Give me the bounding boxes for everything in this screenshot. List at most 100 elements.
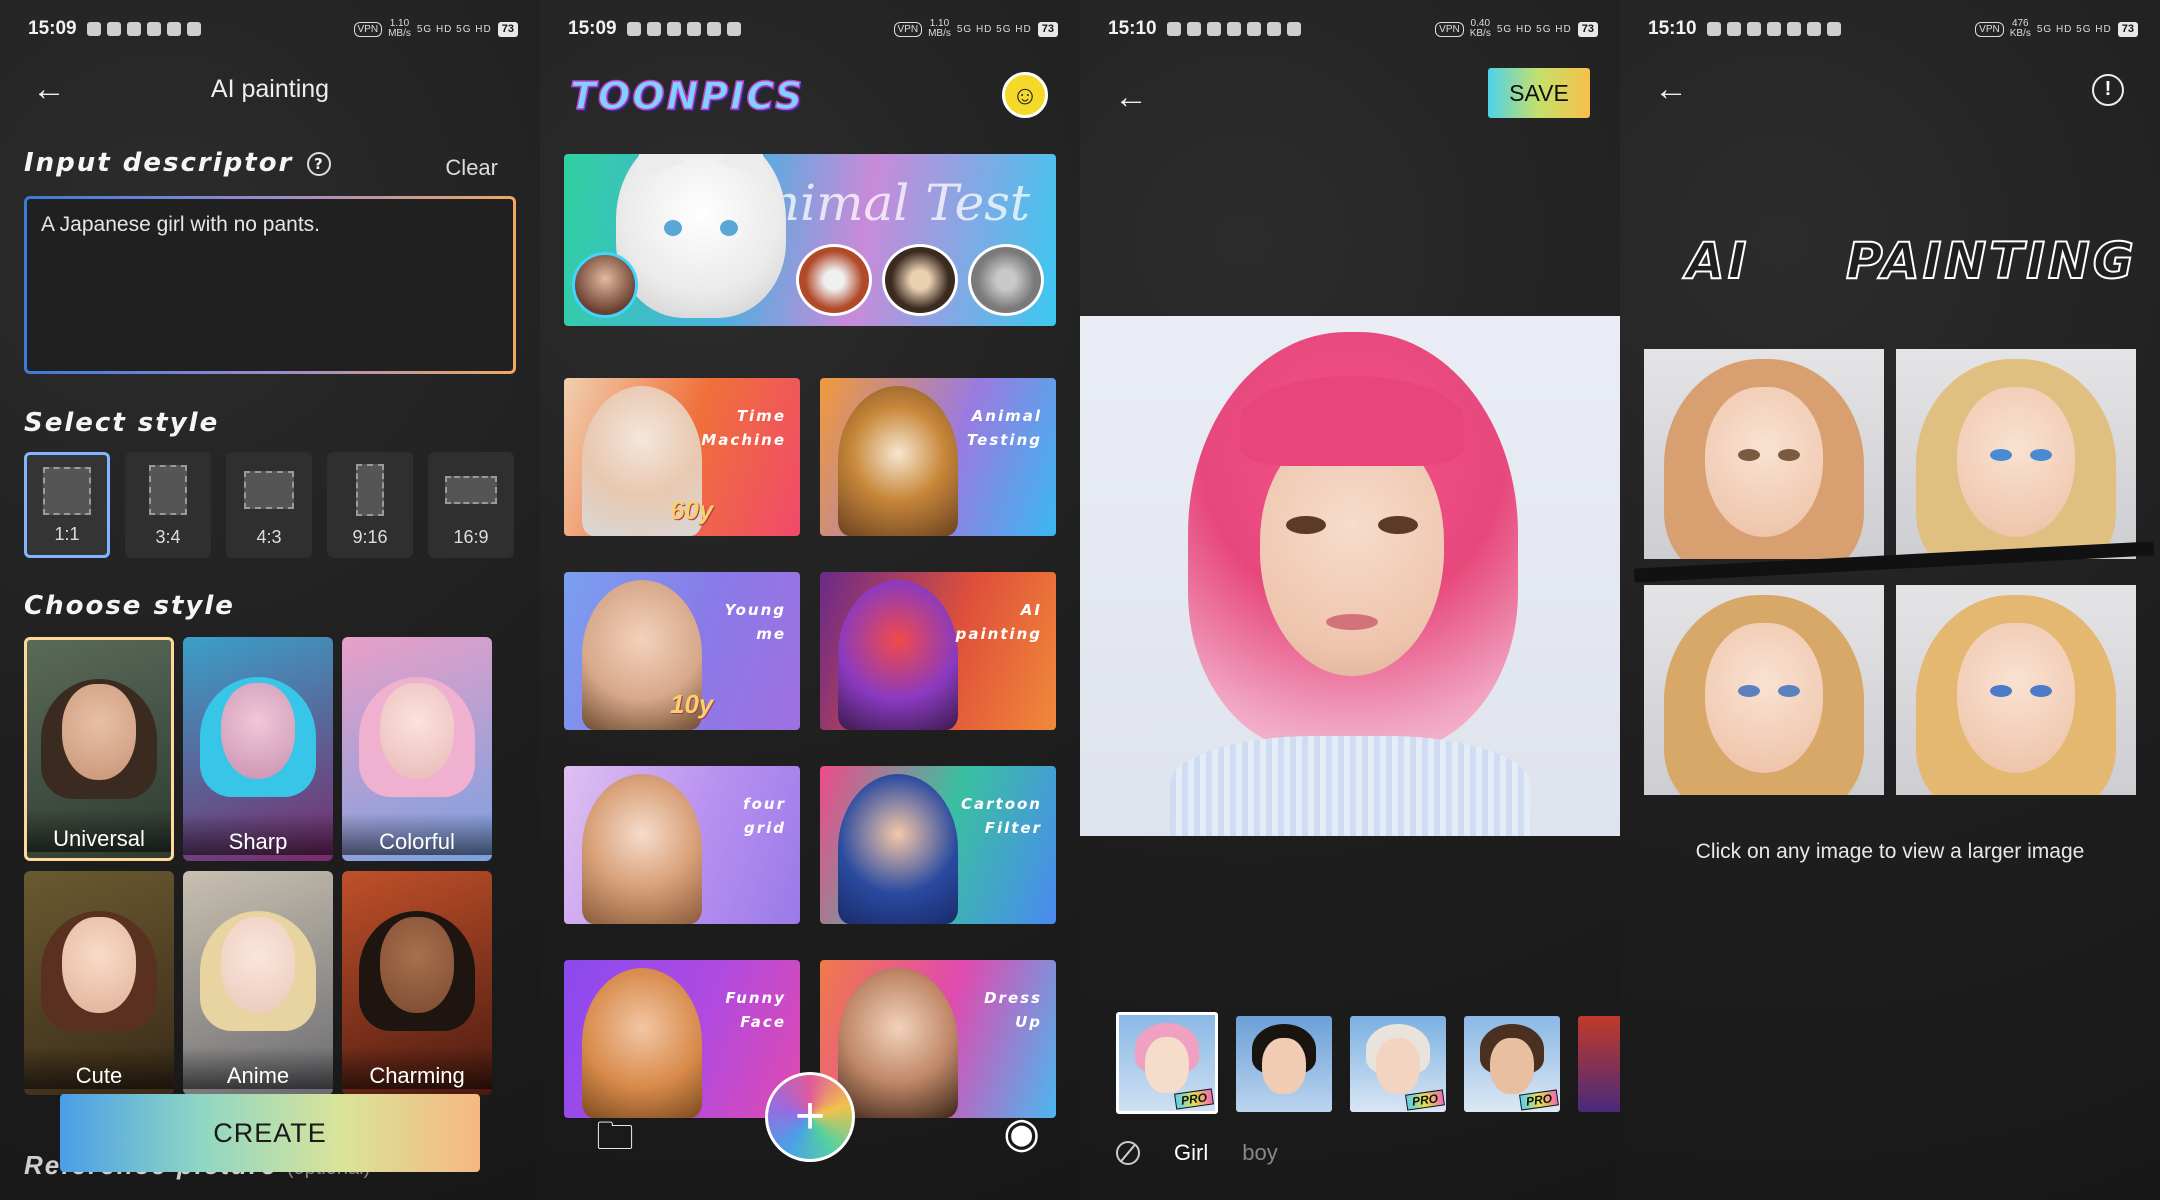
battery-level: 73 xyxy=(1577,21,1598,37)
ratio-frame-icon xyxy=(356,464,384,517)
ratio-option-16-9[interactable]: 16:9 xyxy=(428,452,514,558)
plus-icon[interactable]: + xyxy=(765,1072,855,1162)
card-title: four grid xyxy=(743,795,786,837)
style-label: Sharp xyxy=(183,813,333,855)
style-card-cute[interactable]: Cute xyxy=(24,871,174,1095)
hairstyle-option-5[interactable] xyxy=(1578,1016,1620,1112)
avatar xyxy=(572,252,638,318)
card-cartoon-filter[interactable]: Cartoon Filter xyxy=(820,766,1056,924)
status-time: 15:10 xyxy=(1108,18,1157,39)
result-image-4[interactable] xyxy=(1896,585,2136,795)
ratio-label: 3:4 xyxy=(155,527,181,547)
smiley-icon[interactable]: ☺ xyxy=(1002,72,1048,118)
select-style-heading: Select style xyxy=(24,408,220,438)
pro-badge: PRO xyxy=(1405,1089,1445,1111)
style-label: Colorful xyxy=(342,813,492,855)
hairstyle-option-3[interactable]: PRO xyxy=(1350,1016,1446,1112)
style-card-universal[interactable]: Universal xyxy=(24,637,174,861)
style-label: Charming xyxy=(342,1047,492,1089)
create-button[interactable]: CREATE xyxy=(60,1094,480,1172)
card-title: Time Machine xyxy=(701,407,786,449)
card-title: AI painting xyxy=(955,601,1042,643)
card-animal-testing[interactable]: Animal Testing xyxy=(820,378,1056,536)
card-young-me[interactable]: Young me 10y xyxy=(564,572,800,730)
ratio-frame-icon xyxy=(43,467,91,515)
card-title: Funny Face xyxy=(725,989,786,1031)
tab-boy[interactable]: boy xyxy=(1242,1140,1277,1166)
style-card-charming[interactable]: Charming xyxy=(342,871,492,1095)
animal-test-banner[interactable]: Animal Test xyxy=(564,154,1056,326)
status-bar: 15:09 VPN 1.10 MB/s 5G HD 5G HD 73 xyxy=(28,14,518,44)
info-icon[interactable]: ! xyxy=(2092,74,2124,106)
app-screenshots: 15:09 VPN 1.10 MB/s 5G HD 5G HD 73 ← AI p… xyxy=(0,0,2160,1200)
style-label: Anime xyxy=(183,1047,333,1089)
ratio-option-9-16[interactable]: 9:16 xyxy=(327,452,413,558)
editor-screen: 15:10 VPN 0.40 KB/s 5G HD 5G HD 73 ← SAVE xyxy=(1080,0,1620,1200)
result-image-2[interactable] xyxy=(1896,349,2136,559)
card-title: Young me xyxy=(724,601,786,643)
back-arrow-icon[interactable]: ← xyxy=(1654,72,1688,106)
card-ai-painting[interactable]: AI painting xyxy=(820,572,1056,730)
cat-illustration xyxy=(616,154,786,318)
style-card-colorful[interactable]: Colorful xyxy=(342,637,492,861)
card-title: Cartoon Filter xyxy=(961,795,1042,837)
koala-icon xyxy=(968,244,1044,316)
vpn-badge: VPN xyxy=(893,21,923,37)
card-title: Dress Up xyxy=(984,989,1042,1031)
input-descriptor-heading: Input descriptor? xyxy=(24,148,332,178)
style-card-sharp[interactable]: Sharp xyxy=(183,637,333,861)
status-time: 15:09 xyxy=(28,18,77,39)
pro-badge: PRO xyxy=(1519,1089,1559,1111)
descriptor-input[interactable]: A Japanese girl with no pants. xyxy=(24,196,516,374)
ratio-option-3-4[interactable]: 3:4 xyxy=(125,452,211,558)
status-bar: 15:10 VPN 476 KB/s 5G HD 5G HD 73 xyxy=(1648,14,2138,44)
help-circle-icon[interactable]: ? xyxy=(307,151,332,176)
home-screen: 15:09 VPN 1.10 MB/s 5G HD 5G HD 73 TOONPI… xyxy=(540,0,1080,1200)
no-symbol-icon[interactable] xyxy=(1116,1141,1140,1165)
status-time: 15:10 xyxy=(1648,18,1697,39)
style-label: Universal xyxy=(27,810,171,852)
result-image[interactable] xyxy=(1080,316,1620,836)
bottom-nav: 🗀 + ◉ xyxy=(540,1060,1080,1200)
card-four-grid[interactable]: four grid xyxy=(564,766,800,924)
notification-icons xyxy=(1166,22,1301,36)
result-grid xyxy=(1633,349,2155,795)
hairstyle-option-4[interactable]: PRO xyxy=(1464,1016,1560,1112)
battery-level: 73 xyxy=(1037,21,1058,37)
style-grid: Universal Sharp Colorful Cute Anime Char… xyxy=(24,637,492,1095)
aspect-ratio-options: 1:1 3:4 4:3 9:16 16:9 xyxy=(24,452,514,558)
vpn-badge: VPN xyxy=(1975,21,2004,37)
eye-icon[interactable]: ◉ xyxy=(1003,1108,1040,1157)
ratio-option-4-3[interactable]: 4:3 xyxy=(226,452,312,558)
result-image-1[interactable] xyxy=(1644,349,1884,559)
save-button[interactable]: SAVE xyxy=(1488,68,1590,118)
tab-girl[interactable]: Girl xyxy=(1174,1140,1208,1166)
vpn-badge: VPN xyxy=(1435,21,1464,37)
notification-icons xyxy=(626,22,741,36)
notification-icons xyxy=(1706,22,1841,36)
status-right: VPN 1.10 MB/s 5G HD 5G HD 73 xyxy=(353,19,518,39)
ratio-label: 1:1 xyxy=(54,524,80,544)
signal-label: 5G HD 5G HD xyxy=(2036,23,2112,35)
hairstyle-thumbnails: PRO PRO PRO xyxy=(1116,1012,1620,1114)
card-title: Animal Testing xyxy=(966,407,1042,449)
result-image-3[interactable] xyxy=(1644,585,1884,795)
signal-label: 5G HD 5G HD xyxy=(956,23,1032,35)
back-arrow-icon[interactable]: ← xyxy=(1114,80,1148,114)
net-speed: 476 KB/s xyxy=(2009,18,2031,39)
results-screen: 15:10 VPN 476 KB/s 5G HD 5G HD 73 ← ! AI … xyxy=(1620,0,2160,1200)
feature-cards: Time Machine 60y Animal Testing Young me… xyxy=(564,378,1056,1118)
hairstyle-option-1[interactable]: PRO xyxy=(1116,1012,1218,1114)
card-badge: 10y xyxy=(670,689,714,719)
ratio-option-1-1[interactable]: 1:1 xyxy=(24,452,110,558)
style-card-anime[interactable]: Anime xyxy=(183,871,333,1095)
card-time-machine[interactable]: Time Machine 60y xyxy=(564,378,800,536)
signal-label: 5G HD 5G HD xyxy=(1496,23,1572,35)
ratio-frame-icon xyxy=(244,471,294,510)
hairstyle-option-2[interactable] xyxy=(1236,1016,1332,1112)
clear-button[interactable]: Clear xyxy=(445,155,498,181)
folder-icon[interactable]: 🗀 xyxy=(596,1108,634,1173)
app-logo: TOONPICS xyxy=(569,73,805,119)
card-badge: 60y xyxy=(670,495,714,525)
status-right: VPN 1.10 MB/s 5G HD 5G HD 73 xyxy=(893,19,1058,39)
